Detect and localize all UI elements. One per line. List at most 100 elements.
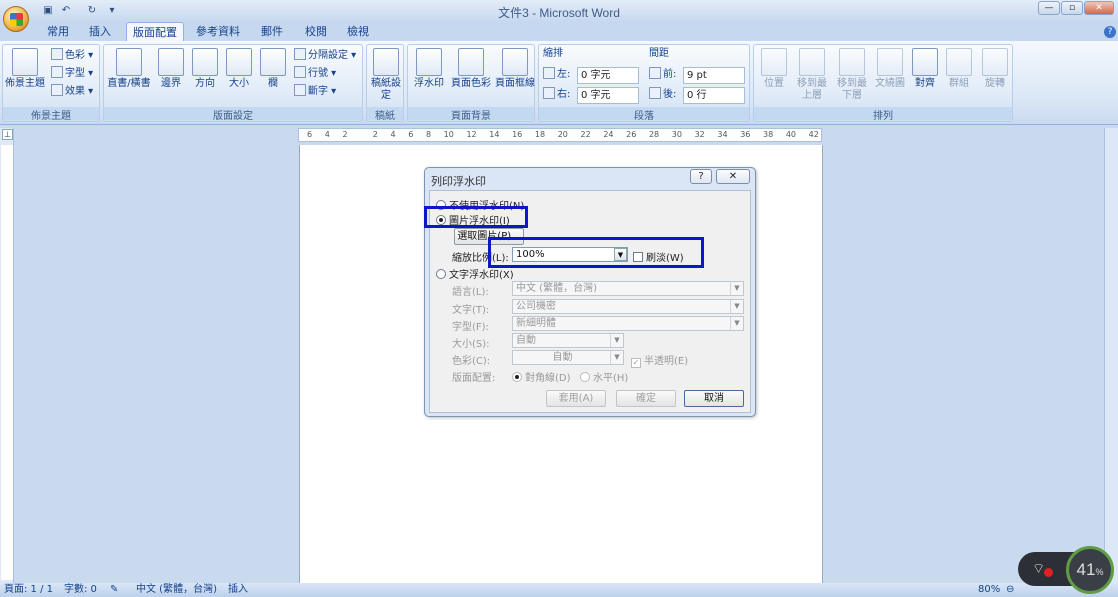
dialog-title: 列印浮水印 [431, 175, 486, 188]
tab-view[interactable]: 檢視 [338, 22, 378, 42]
tab-mailings[interactable]: 郵件 [252, 22, 292, 42]
word-count[interactable]: 字數: 0 [64, 583, 97, 597]
dialog-close-button[interactable]: ✕ [716, 169, 750, 184]
themes-icon [12, 48, 38, 76]
indent-right-input[interactable]: 0 字元 [577, 87, 639, 104]
theme-fonts-button[interactable]: 字型 ▾ [51, 66, 93, 82]
manuscript-icon [373, 48, 399, 76]
size-button[interactable]: 大小 [224, 48, 254, 90]
zoom-out-icon[interactable]: ⊖ [1006, 583, 1014, 597]
tab-selector-icon[interactable]: ⊥ [2, 129, 13, 140]
group-page-setup: 直書/橫書 邊界 方向 大小 欄 分隔設定 ▾ 行號 ▾ 斷字 ▾ 版面設定 [103, 44, 363, 122]
breaks-button[interactable]: 分隔設定 ▾ [294, 48, 356, 64]
cancel-button[interactable]: 取消 [684, 390, 744, 407]
font-label: 字型(F): [452, 322, 489, 333]
office-button[interactable] [3, 6, 29, 32]
ruler-tick-label: 18 [534, 130, 546, 139]
hyphenation-button[interactable]: 斷字 ▾ [294, 84, 336, 100]
margins-icon [158, 48, 184, 76]
window-title: 文件3 - Microsoft Word [498, 6, 620, 20]
tab-page-layout[interactable]: 版面配置 [126, 22, 184, 42]
tab-home[interactable]: 常用 [38, 22, 78, 42]
insert-mode[interactable]: 插入 [228, 583, 248, 597]
size-icon [226, 48, 252, 76]
position-button[interactable]: 位置 [756, 48, 792, 90]
semitransparent-checkbox[interactable]: ✓ 半透明(E) [631, 352, 688, 368]
language-combo[interactable]: 中文 (繁體，台灣) ▼ [512, 281, 744, 296]
indent-left-input[interactable]: 0 字元 [577, 67, 639, 84]
indent-left-icon [543, 67, 555, 79]
language-status[interactable]: 中文 (繁體，台灣) [136, 583, 217, 597]
spacing-before-input[interactable]: 9 pt [683, 67, 745, 84]
page-borders-button[interactable]: 頁面框線 [494, 48, 536, 90]
close-window-button[interactable]: ✕ [1084, 1, 1114, 15]
group-label: 排列 [754, 107, 1012, 122]
dialog-help-button[interactable]: ? [690, 169, 712, 184]
font-combo[interactable]: 新細明體 ▼ [512, 316, 744, 331]
theme-effects-button[interactable]: 效果 ▾ [51, 84, 93, 100]
text-watermark-option[interactable]: 文字浮水印(X) [436, 266, 514, 281]
layout-label: 版面配置: [452, 373, 496, 384]
apply-button[interactable]: 套用(A) [546, 390, 606, 407]
tab-insert[interactable]: 插入 [80, 22, 120, 42]
chevron-down-icon: ▼ [730, 317, 743, 330]
align-button[interactable]: 對齊 [910, 48, 940, 90]
bring-forward-button[interactable]: 移到最上層 [794, 48, 830, 102]
rotate-button[interactable]: 旋轉 [978, 48, 1012, 90]
page-borders-icon [502, 48, 528, 76]
tab-references[interactable]: 參考資料 [190, 22, 246, 42]
ruler-tick-label: 24 [603, 130, 614, 139]
spacing-before-icon [649, 67, 661, 79]
maximize-button[interactable]: ▫ [1061, 1, 1083, 15]
spacing-after-icon [649, 87, 661, 99]
wifi-disconnected-icon: ⌔ [1032, 561, 1046, 577]
page-count[interactable]: 頁面: 1 / 1 [4, 583, 53, 597]
fonts-icon [51, 66, 63, 78]
margins-button[interactable]: 邊界 [156, 48, 186, 90]
ruler-tick-label: 36 [740, 130, 751, 139]
color-combo[interactable]: 自動 ▼ [512, 350, 624, 365]
ruler-tick-label: 34 [717, 130, 728, 139]
text-direction-icon [116, 48, 142, 76]
spacing-after-input[interactable]: 0 行 [683, 87, 745, 104]
ruler-tick-label: 12 [466, 130, 477, 139]
text-combo[interactable]: 公司機密 ▼ [512, 299, 744, 314]
ruler-tick-label: 22 [580, 130, 591, 139]
theme-colors-button[interactable]: 色彩 ▾ [51, 48, 93, 64]
horizontal-option[interactable]: 水平(H) [580, 369, 628, 384]
watermark-button[interactable]: 浮水印 [410, 48, 448, 90]
text-direction-button[interactable]: 直書/橫書 [106, 48, 152, 90]
line-numbers-button[interactable]: 行號 ▾ [294, 66, 336, 82]
ruler-tick-label: 8 [425, 130, 432, 139]
orientation-button[interactable]: 方向 [190, 48, 220, 90]
ruler-tick-label: 28 [648, 130, 660, 139]
ruler-tick-label: 14 [489, 130, 500, 139]
size-combo[interactable]: 自動 ▼ [512, 333, 624, 348]
chevron-down-icon: ▼ [730, 300, 743, 313]
ok-button[interactable]: 確定 [616, 390, 676, 407]
page-color-button[interactable]: 頁面色彩 [450, 48, 492, 90]
colors-icon [51, 48, 63, 60]
bring-forward-icon [799, 48, 825, 76]
vertical-scrollbar[interactable] [1104, 128, 1118, 583]
minimize-button[interactable]: — [1038, 1, 1060, 15]
columns-button[interactable]: 欄 [258, 48, 288, 90]
ruler-tick-label: 38 [763, 130, 774, 139]
zoom-level[interactable]: 80% [978, 583, 1000, 597]
size-label: 大小(S): [452, 339, 490, 350]
effects-icon [51, 84, 63, 96]
ruler-tick-label: 16 [512, 130, 523, 139]
radio-icon [580, 372, 590, 382]
checkbox-checked-icon: ✓ [631, 358, 641, 368]
diagonal-option[interactable]: 對角線(D) [512, 369, 571, 384]
highlight-picture-watermark [424, 206, 528, 228]
text-wrap-button[interactable]: 文繞圖 [872, 48, 908, 90]
tab-review[interactable]: 校閱 [296, 22, 336, 42]
send-backward-button[interactable]: 移到最下層 [834, 48, 870, 102]
proofing-icon[interactable]: ✎ [110, 583, 118, 597]
help-icon[interactable]: ? [1104, 26, 1116, 38]
group-objects-button[interactable]: 群組 [942, 48, 976, 90]
horizontal-ruler: 6 4 2 2 4 6 8 10 12 14 16 18 20 22 24 26 28 30 32 34 36 38 40 4… [298, 128, 822, 142]
manuscript-settings-button[interactable]: 稿紙設定 [371, 48, 401, 102]
themes-button[interactable]: 佈景主題 [5, 48, 45, 90]
